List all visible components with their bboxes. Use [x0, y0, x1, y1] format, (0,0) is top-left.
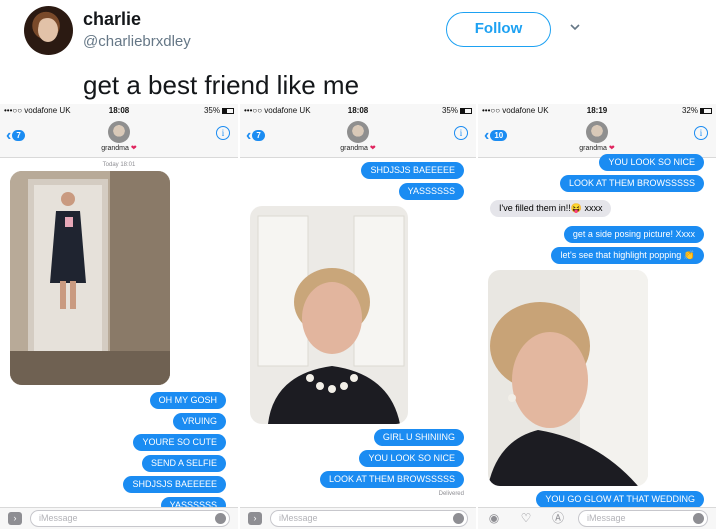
contact-name[interactable]: grandma ❤	[478, 144, 716, 152]
conversation-header: ‹ 10 grandma ❤ i	[478, 118, 716, 158]
message-composer: › iMessage	[240, 507, 476, 529]
carrier-label: •••○○ vodafone UK	[482, 106, 549, 115]
apps-icon[interactable]: ›	[8, 512, 22, 525]
user-handle[interactable]: @charliebrxdley	[83, 33, 191, 50]
contact-name[interactable]: grandma ❤	[240, 144, 476, 152]
message-bubble[interactable]: SEND A SELFIE	[141, 455, 226, 472]
back-button[interactable]: ‹ 10	[484, 127, 508, 145]
photo-mirror-selfie[interactable]	[10, 171, 170, 385]
contact-avatar[interactable]	[347, 121, 369, 143]
message-input[interactable]: iMessage	[578, 510, 708, 527]
message-bubble[interactable]: YOU LOOK SO NICE	[359, 450, 464, 467]
message-bubble[interactable]: let's see that highlight popping 👏	[551, 247, 704, 264]
contact-avatar[interactable]	[586, 121, 608, 143]
unread-badge: 7	[12, 130, 25, 142]
message-bubble[interactable]: LOOK AT THEM BROWSSSSS	[559, 175, 704, 192]
message-bubble[interactable]: YOURE SO CUTE	[133, 434, 226, 451]
message-bubble[interactable]: SHDJSJS BAEEEEE	[123, 476, 226, 493]
avatar[interactable]	[24, 6, 73, 55]
status-bar: •••○○ vodafone UK 18:08 35%	[240, 104, 476, 118]
message-bubble[interactable]: LOOK AT THEM BROWSSSSS	[319, 471, 464, 488]
message-bubble[interactable]: SHDJSJS BAEEEEE	[361, 162, 464, 179]
message-input[interactable]: iMessage	[30, 510, 230, 527]
clock: 18:08	[108, 106, 130, 115]
screenshot-2[interactable]: •••○○ vodafone UK 18:08 35% ‹ 7 grandma ❤…	[240, 104, 476, 529]
apps-icon[interactable]: ›	[248, 512, 262, 525]
back-button[interactable]: ‹ 7	[246, 127, 265, 145]
message-bubble[interactable]: YOU LOOK SO NICE	[599, 154, 704, 171]
conversation-header: ‹ 7 grandma ❤ i	[240, 118, 476, 158]
message-bubble[interactable]: OH MY GOSH	[149, 392, 226, 409]
info-icon[interactable]: i	[216, 126, 230, 140]
message-bubble[interactable]: YOU GO GLOW AT THAT WEDDING	[536, 491, 704, 508]
tweet-header: charlie @charliebrxdley Follow get a bes…	[0, 0, 716, 100]
contact-name[interactable]: grandma ❤	[0, 144, 238, 152]
unread-badge: 7	[252, 130, 265, 142]
message-bubble[interactable]: GIRL U SHINIING	[373, 429, 464, 446]
carrier-label: •••○○ vodafone UK	[4, 106, 71, 115]
conversation-header: ‹ 7 grandma ❤ i	[0, 118, 238, 158]
microphone-icon[interactable]	[693, 513, 704, 524]
back-button[interactable]: ‹ 7	[6, 127, 25, 145]
heart-icon: ❤	[369, 145, 376, 152]
user-name[interactable]: charlie	[83, 9, 141, 30]
microphone-icon[interactable]	[215, 513, 226, 524]
screenshot-1[interactable]: •••○○ vodafone UK 18:08 35% ‹ 7 grandma ❤…	[0, 104, 238, 529]
heart-touch-icon[interactable]: ♡	[518, 512, 534, 525]
follow-button[interactable]: Follow	[446, 12, 551, 47]
contact-avatar[interactable]	[108, 121, 130, 143]
message-composer: ◉ ♡ Ⓐ iMessage	[478, 507, 716, 529]
tweet-text: get a best friend like me	[83, 70, 360, 100]
info-icon[interactable]: i	[694, 126, 708, 140]
received-bubble[interactable]: I've filled them in!!😝 xxxx	[490, 200, 612, 217]
heart-icon: ❤	[130, 145, 137, 152]
unread-badge: 10	[490, 130, 508, 142]
battery-indicator: 32%	[682, 106, 712, 115]
message-bubble[interactable]: VRUING	[172, 413, 226, 430]
clock: 18:08	[347, 106, 369, 115]
carrier-label: •••○○ vodafone UK	[244, 106, 311, 115]
message-composer: › iMessage	[0, 507, 238, 529]
battery-indicator: 35%	[442, 106, 472, 115]
status-bar: •••○○ vodafone UK 18:08 35%	[0, 104, 238, 118]
status-bar: •••○○ vodafone UK 18:19 32%	[478, 104, 716, 118]
screenshot-3[interactable]: •••○○ vodafone UK 18:19 32% ‹ 10 grandma …	[478, 104, 716, 529]
camera-icon[interactable]: ◉	[486, 512, 502, 525]
chevron-down-icon[interactable]	[568, 20, 582, 34]
message-input[interactable]: iMessage	[270, 510, 468, 527]
message-bubble[interactable]: get a side posing picture! Xxxx	[563, 226, 704, 243]
heart-icon: ❤	[608, 145, 615, 152]
info-icon[interactable]: i	[454, 126, 468, 140]
tweet-media[interactable]: •••○○ vodafone UK 18:08 35% ‹ 7 grandma ❤…	[0, 104, 716, 529]
app-store-icon[interactable]: Ⓐ	[550, 512, 566, 525]
clock: 18:19	[586, 106, 608, 115]
battery-indicator: 35%	[204, 106, 234, 115]
photo-portrait[interactable]	[250, 206, 408, 424]
microphone-icon[interactable]	[453, 513, 464, 524]
timestamp: Today 18:01	[102, 162, 136, 168]
photo-side-profile[interactable]	[488, 270, 648, 486]
delivered-status: Delivered	[438, 491, 464, 497]
message-bubble[interactable]: YASSSSSS	[398, 183, 464, 200]
